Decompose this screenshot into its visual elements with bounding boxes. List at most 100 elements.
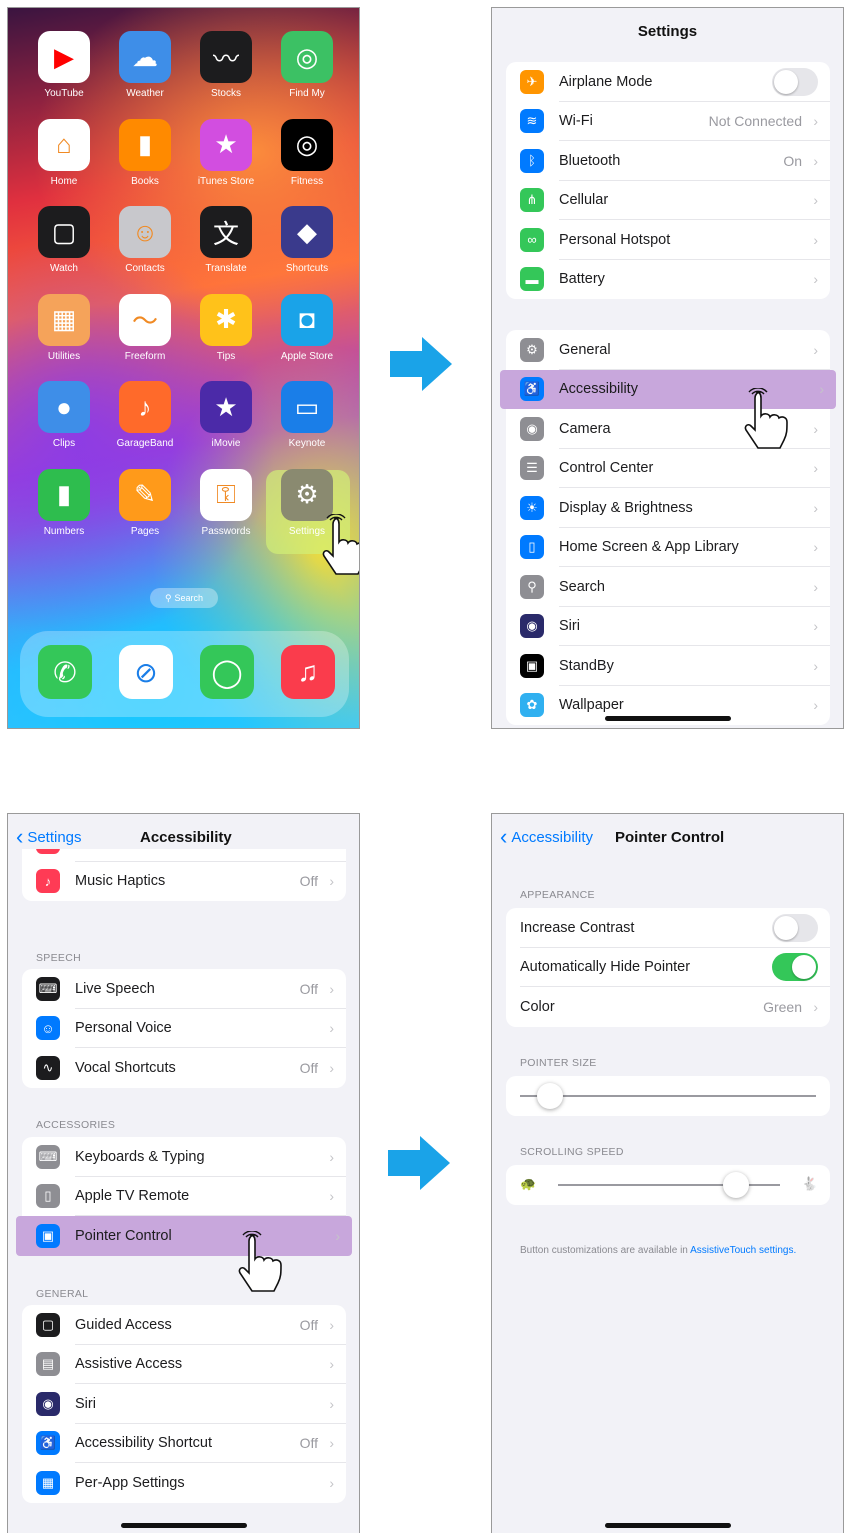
- list-row-live-speech[interactable]: ⌨ Live Speech Off ›: [22, 969, 346, 1009]
- list-row-siri[interactable]: ◉ Siri ›: [506, 607, 830, 646]
- phone-icon[interactable]: ✆: [38, 645, 92, 699]
- home-icon: ⌂: [38, 118, 90, 171]
- list-row-airplane-mode[interactable]: ✈ Airplane Mode: [506, 62, 830, 102]
- list-row-battery[interactable]: ▬ Battery ›: [506, 260, 830, 300]
- list-row-apple-tv-remote[interactable]: ▯ Apple TV Remote ›: [22, 1177, 346, 1216]
- app-home[interactable]: ⌂ Home: [22, 118, 106, 187]
- app-pages[interactable]: ✎ Pages: [103, 468, 187, 537]
- list-row-pointer-control[interactable]: ▣ Pointer Control ›: [16, 1216, 352, 1256]
- app-watch[interactable]: ▢ Watch: [22, 206, 106, 274]
- home-indicator: [605, 1523, 731, 1528]
- list-row-general[interactable]: ⚙ General ›: [506, 330, 830, 370]
- list-row-live-captions[interactable]: ▭ Live Captions ›: [22, 849, 346, 862]
- app-passwords[interactable]: ⚿ Passwords: [184, 468, 268, 537]
- toggle-switch[interactable]: [772, 953, 818, 982]
- accessibility-group-hearing: ▭ Live Captions › ♪ Music Haptics Off ›: [22, 849, 346, 901]
- list-row-personal-hotspot[interactable]: ∞ Personal Hotspot ›: [506, 220, 830, 260]
- list-row-cellular[interactable]: ⋔ Cellular ›: [506, 181, 830, 220]
- back-button[interactable]: ‹ Settings: [16, 826, 82, 848]
- list-row-bluetooth[interactable]: ᛒ Bluetooth On ›: [506, 141, 830, 181]
- live-captions-icon: ▭: [36, 849, 60, 854]
- safari-icon[interactable]: ⊘: [119, 645, 173, 699]
- list-row-color[interactable]: Color Green ›: [506, 987, 830, 1027]
- accessibility-group-accessories: ⌨ Keyboards & Typing › ▯ Apple TV Remote › ▣ Po…: [16, 1137, 352, 1256]
- app-label: Contacts: [125, 263, 165, 274]
- row-label: Guided Access: [75, 1316, 172, 1333]
- list-row-siri[interactable]: ◉ Siri ›: [22, 1384, 346, 1424]
- toggle-switch[interactable]: [772, 913, 818, 942]
- assistivetouch-link[interactable]: AssistiveTouch settings.: [690, 1245, 796, 1256]
- list-row-personal-voice[interactable]: ☺ Personal Voice ›: [22, 1009, 346, 1048]
- pointer-size-slider[interactable]: [506, 1076, 830, 1116]
- home-search-button[interactable]: ⚲ Search: [150, 588, 218, 608]
- app-itunes-store[interactable]: ★ iTunes Store: [184, 118, 268, 187]
- scrolling-speed-slider[interactable]: 🐢 🐇: [506, 1165, 830, 1205]
- row-label: Siri: [75, 1395, 96, 1412]
- toggle-switch[interactable]: [772, 67, 818, 96]
- section-header-accessories: ACCESSORIES: [36, 1119, 116, 1131]
- row-label: Search: [559, 578, 605, 595]
- slider-knob[interactable]: [722, 1172, 749, 1198]
- list-row-home-screen-app-library[interactable]: ▯ Home Screen & App Library ›: [506, 528, 830, 567]
- list-row-assistive-access[interactable]: ▤ Assistive Access ›: [22, 1345, 346, 1384]
- messages-icon[interactable]: ◯: [200, 645, 254, 699]
- keynote-icon: ▭: [281, 381, 333, 433]
- app-freeform[interactable]: 〜 Freeform: [103, 293, 187, 362]
- app-books[interactable]: ▮ Books: [103, 118, 187, 187]
- list-row-increase-contrast[interactable]: Increase Contrast: [506, 908, 830, 948]
- list-row-automatically-hide-pointer[interactable]: Automatically Hide Pointer: [506, 948, 830, 987]
- chevron-right-icon: ›: [813, 578, 818, 595]
- app-translate[interactable]: 文 Translate: [184, 206, 268, 274]
- list-row-standby[interactable]: ▣ StandBy ›: [506, 646, 830, 686]
- section-header-pointer-size: POINTER SIZE: [520, 1057, 597, 1069]
- app-utilities[interactable]: ▦ Utilities: [22, 293, 106, 362]
- list-row-vocal-shortcuts[interactable]: ∿ Vocal Shortcuts Off ›: [22, 1048, 346, 1088]
- turtle-icon: 🐢: [520, 1176, 537, 1191]
- app-garageband[interactable]: ♪ GarageBand: [103, 381, 187, 449]
- list-row-wi-fi[interactable]: ≋ Wi-Fi Not Connected ›: [506, 102, 830, 141]
- row-value: Green: [763, 998, 802, 1015]
- app-stocks[interactable]: 〰 Stocks: [184, 31, 268, 99]
- app-numbers[interactable]: ▮ Numbers: [22, 468, 106, 537]
- app-fitness[interactable]: ◎ Fitness: [265, 118, 349, 187]
- row-label: Home Screen & App Library: [559, 539, 739, 556]
- slider-knob[interactable]: [536, 1083, 563, 1109]
- music-icon[interactable]: ♫: [281, 645, 335, 699]
- brightness-icon: ☀: [520, 495, 544, 520]
- app-contacts[interactable]: ☺ Contacts: [103, 206, 187, 274]
- list-row-accessibility-shortcut[interactable]: ♿ Accessibility Shortcut Off ›: [22, 1424, 346, 1463]
- app-weather[interactable]: ☁ Weather: [103, 31, 187, 99]
- row-label: Siri: [559, 618, 580, 635]
- app-find-my[interactable]: ◎ Find My: [265, 31, 349, 99]
- settings-navbar: Settings: [492, 8, 843, 54]
- app-youtube[interactable]: ▶ YouTube: [22, 31, 106, 99]
- pages-icon: ✎: [119, 468, 171, 521]
- app-clips[interactable]: ● Clips: [22, 381, 106, 449]
- app-keynote[interactable]: ▭ Keynote: [265, 381, 349, 449]
- list-row-keyboards-typing[interactable]: ⌨ Keyboards & Typing ›: [22, 1137, 346, 1177]
- chevron-right-icon: ›: [813, 341, 818, 358]
- section-header-general: GENERAL: [36, 1288, 89, 1300]
- pointer-control-panel: ‹ Accessibility Pointer Control APPEARAN…: [491, 813, 844, 1533]
- home-screen-panel: ▶ YouTube ☁ Weather 〰 Stocks ◎ Find My ⌂ Home ▮ Boo…: [7, 7, 360, 729]
- list-row-per-app-settings[interactable]: ▦ Per-App Settings ›: [22, 1463, 346, 1503]
- list-row-music-haptics[interactable]: ♪ Music Haptics Off ›: [22, 862, 346, 902]
- chevron-right-icon: ›: [813, 460, 818, 477]
- per-app-icon: ▦: [36, 1470, 60, 1495]
- app-label: Watch: [50, 263, 78, 274]
- chevron-right-icon: ›: [813, 231, 818, 248]
- tap-hand-icon: [322, 514, 359, 575]
- app-apple-store[interactable]: ◘ Apple Store: [265, 293, 349, 362]
- list-row-display-brightness[interactable]: ☀ Display & Brightness ›: [506, 488, 830, 528]
- back-button[interactable]: ‹ Accessibility: [500, 826, 593, 848]
- row-value: Off: [299, 1316, 318, 1333]
- chevron-right-icon: ›: [819, 381, 824, 398]
- app-shortcuts[interactable]: ◆ Shortcuts: [265, 206, 349, 274]
- list-row-search[interactable]: ⚲ Search ›: [506, 567, 830, 607]
- rabbit-icon: 🐇: [801, 1176, 818, 1191]
- app-imovie[interactable]: ★ iMovie: [184, 381, 268, 449]
- list-row-guided-access[interactable]: ▢ Guided Access Off ›: [22, 1305, 346, 1345]
- app-tips[interactable]: ✱ Tips: [184, 293, 268, 362]
- chevron-right-icon: ›: [813, 152, 818, 169]
- list-row-control-center[interactable]: ☰ Control Center ›: [506, 449, 830, 488]
